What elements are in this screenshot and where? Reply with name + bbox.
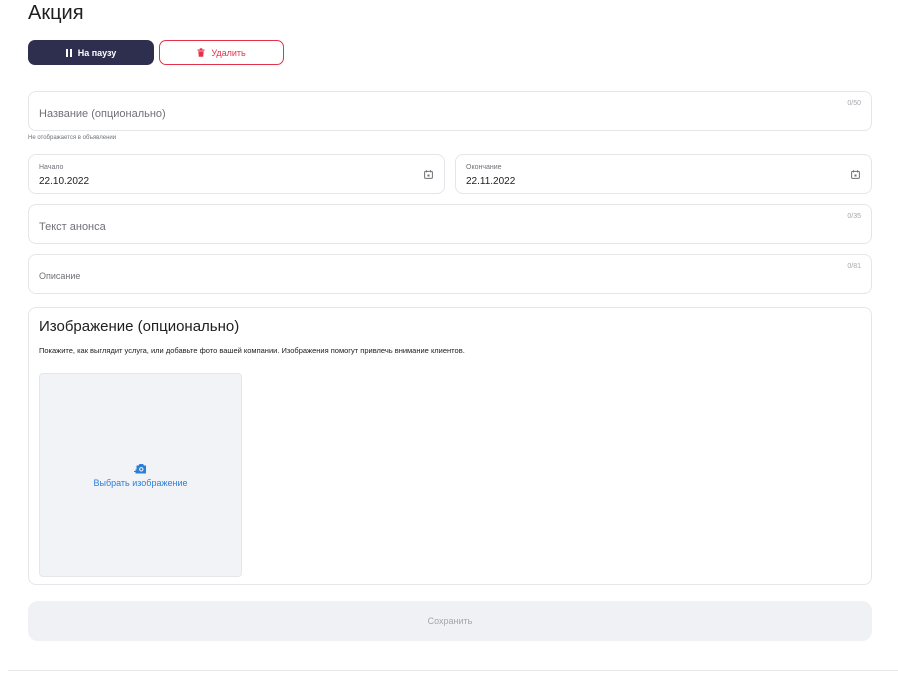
pause-icon (65, 48, 72, 57)
save-button[interactable]: Сохранить (28, 601, 872, 641)
name-hint: Не отображается в объявлении (28, 135, 117, 141)
description-counter: 0/81 (847, 263, 861, 270)
pause-button[interactable]: На паузу (28, 40, 154, 65)
image-section-title: Изображение (опционально) (39, 318, 240, 335)
name-placeholder: Название (опционально) (39, 108, 166, 120)
image-section: Изображение (опционально) Покажите, как … (28, 307, 872, 585)
delete-button-label: Удалить (211, 47, 246, 58)
name-field[interactable]: Название (опционально) 0/50 (28, 91, 872, 131)
end-date-field[interactable]: Окончание 22.11.2022 (455, 154, 872, 194)
announce-placeholder: Текст анонса (39, 221, 106, 233)
delete-button[interactable]: Удалить (159, 40, 284, 65)
trash-icon (197, 48, 205, 57)
end-date-value: 22.11.2022 (466, 176, 516, 187)
image-upload-area[interactable]: Выбрать изображение (39, 373, 242, 577)
end-date-label: Окончание (466, 164, 502, 171)
start-date-label: Начало (39, 164, 64, 171)
divider (8, 670, 898, 671)
upload-label[interactable]: Выбрать изображение (93, 478, 187, 488)
page-title: Акция (28, 2, 84, 24)
start-date-field[interactable]: Начало 22.10.2022 (28, 154, 445, 194)
description-field[interactable]: Описание 0/81 (28, 254, 872, 294)
description-placeholder: Описание (39, 271, 81, 281)
pause-button-label: На паузу (77, 47, 117, 58)
image-section-description: Покажите, как выглядит услуга, или добав… (39, 346, 465, 355)
calendar-icon[interactable] (424, 170, 433, 179)
camera-add-icon (134, 463, 146, 473)
announce-field[interactable]: Текст анонса 0/35 (28, 204, 872, 244)
calendar-icon[interactable] (851, 170, 860, 179)
announce-counter: 0/35 (847, 213, 861, 220)
start-date-value: 22.10.2022 (39, 176, 90, 187)
name-counter: 0/50 (847, 100, 861, 107)
